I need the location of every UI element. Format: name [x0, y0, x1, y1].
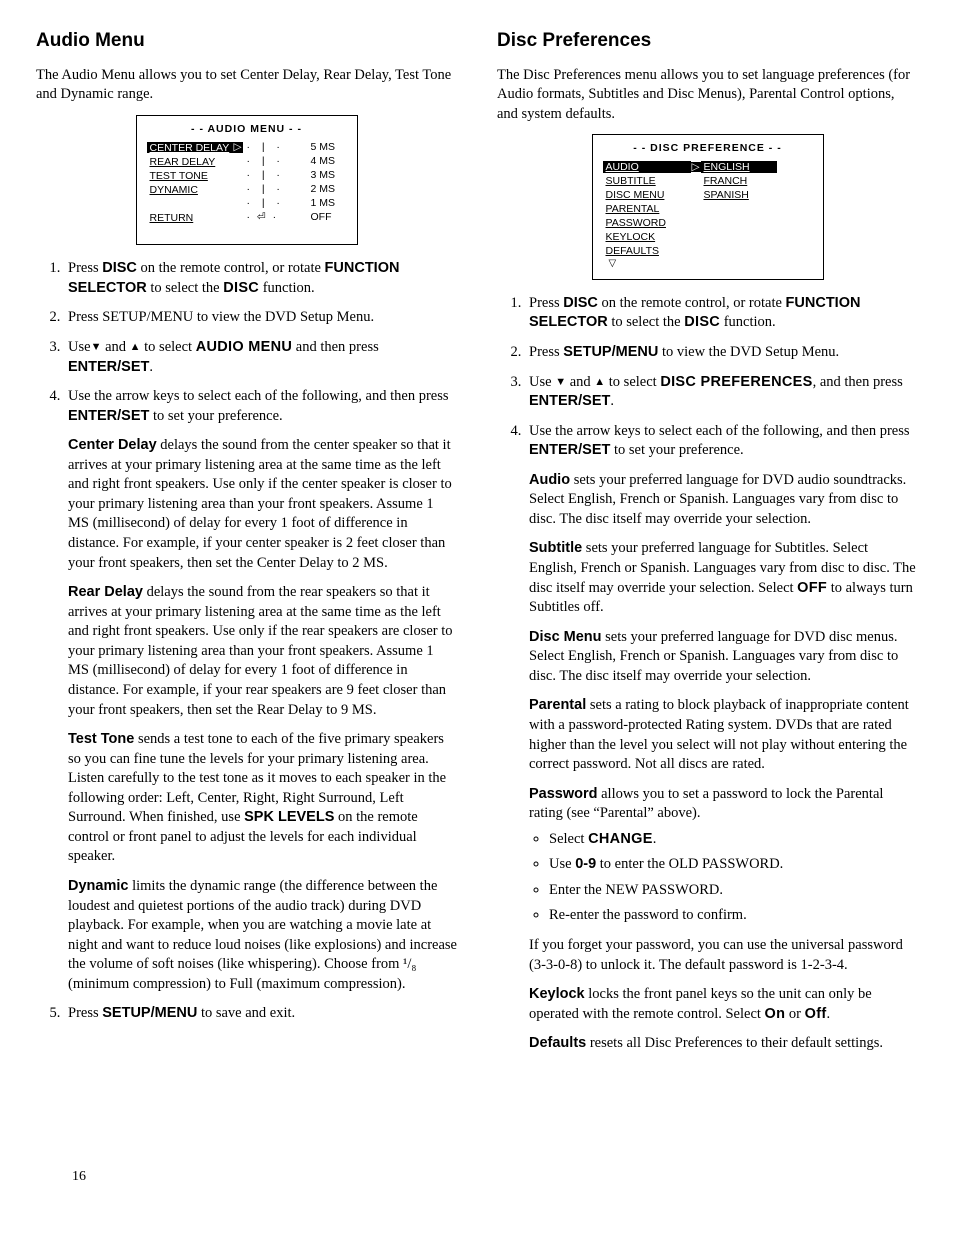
- dynamic-heading: Dynamic: [68, 878, 128, 894]
- osd-item: CENTER DELAY: [150, 142, 230, 154]
- page-number: 16: [72, 1168, 86, 1187]
- osd-value: ENGLISH: [704, 161, 750, 173]
- down-arrow-icon: ▽: [603, 259, 617, 269]
- digits-label: 0-9: [575, 856, 596, 872]
- spk-levels-label: SPK LEVELS: [244, 809, 334, 825]
- enter-set-label: ENTER/SET: [68, 359, 149, 375]
- body-text: delays the sound from the center speaker…: [68, 437, 452, 570]
- password-steps: Select CHANGE. Use 0-9 to enter the OLD …: [529, 830, 918, 926]
- osd-value: FRANCH: [704, 175, 748, 187]
- osd-item: AUDIO: [606, 161, 639, 173]
- osd-item: RETURN: [150, 212, 194, 224]
- osd-value: 3 MS: [311, 170, 347, 181]
- defaults-heading: Defaults: [529, 1035, 586, 1051]
- osd-item: REAR DELAY: [150, 156, 216, 168]
- off-label: OFF: [797, 580, 827, 596]
- disc-osd-figure: - - DISC PREFERENCE - - AUDIO ▷ ENGLISH …: [497, 134, 918, 280]
- osd-item: TEST TONE: [150, 170, 208, 182]
- osd-value: SPANISH: [704, 189, 749, 201]
- step: Use ▼ and ▲ to select DISC PREFERENCES, …: [525, 373, 918, 412]
- disc-pref-heading: Disc Preferences: [497, 28, 918, 54]
- body-text: sets a rating to block playback of inapp…: [529, 697, 909, 772]
- up-arrow-icon: ▲: [594, 375, 605, 390]
- disc-label: DISC: [102, 260, 137, 276]
- disc-osd-title: - - DISC PREFERENCE - -: [603, 143, 813, 154]
- body-text: sets your preferred language for DVD aud…: [529, 472, 906, 527]
- center-delay-heading: Center Delay: [68, 437, 157, 453]
- parental-heading: Parental: [529, 697, 586, 713]
- osd-item: PASSWORD: [606, 217, 666, 229]
- step: Press SETUP/MENU to save and exit.: [64, 1004, 457, 1024]
- off-label: Off: [805, 1006, 827, 1022]
- step: Press SETUP/MENU to view the DVD Setup M…: [64, 308, 457, 328]
- subtitle-heading: Subtitle: [529, 540, 582, 556]
- osd-item: SUBTITLE: [606, 175, 656, 187]
- osd-value: 1 MS: [311, 198, 347, 209]
- body-text: resets all Disc Preferences to their def…: [586, 1035, 883, 1051]
- enter-set-label: ENTER/SET: [68, 408, 149, 424]
- osd-item: DEFAULTS: [606, 245, 659, 257]
- disc-fn-label: DISC: [223, 280, 259, 296]
- disc-intro: The Disc Preferences menu allows you to …: [497, 66, 918, 125]
- osd-value: OFF: [311, 212, 347, 223]
- audio-osd-title: - - AUDIO MENU - -: [147, 124, 347, 135]
- enter-set-label: ENTER/SET: [529, 393, 610, 409]
- password-heading: Password: [529, 786, 598, 802]
- audio-menu-heading: Audio Menu: [36, 28, 457, 54]
- change-label: CHANGE: [588, 831, 653, 847]
- test-tone-heading: Test Tone: [68, 731, 134, 747]
- audio-osd-figure: - - AUDIO MENU - - CENTER DELAY ▷ · | · …: [36, 115, 457, 246]
- caret-right-icon: ▷: [233, 142, 243, 153]
- osd-item: DYNAMIC: [150, 184, 198, 196]
- step: Use the arrow keys to select each of the…: [64, 387, 457, 994]
- osd-item: DISC MENU: [606, 189, 665, 201]
- right-column: Disc Preferences The Disc Preferences me…: [497, 28, 918, 1064]
- password-note: If you forget your password, you can use…: [529, 936, 918, 975]
- rear-delay-heading: Rear Delay: [68, 584, 143, 600]
- up-arrow-icon: ▲: [130, 340, 141, 355]
- disc-label: DISC: [563, 295, 598, 311]
- list-item: Select CHANGE.: [549, 830, 918, 850]
- list-item: Re-enter the password to confirm.: [549, 906, 918, 926]
- audio-intro: The Audio Menu allows you to set Center …: [36, 66, 457, 105]
- step: Press DISC on the remote control, or rot…: [525, 294, 918, 333]
- list-item: Use 0-9 to enter the OLD PASSWORD.: [549, 855, 918, 875]
- body-text: delays the sound from the rear speakers …: [68, 584, 453, 717]
- step: Press SETUP/MENU to view the DVD Setup M…: [525, 343, 918, 363]
- osd-value: 2 MS: [311, 184, 347, 195]
- step: Use the arrow keys to select each of the…: [525, 422, 918, 1054]
- step: Use▼ and ▲ to select AUDIO MENU and then…: [64, 338, 457, 377]
- disc-menu-heading: Disc Menu: [529, 629, 602, 645]
- audio-steps: Press DISC on the remote control, or rot…: [36, 259, 457, 1024]
- disc-steps: Press DISC on the remote control, or rot…: [497, 294, 918, 1054]
- left-column: Audio Menu The Audio Menu allows you to …: [36, 28, 457, 1064]
- on-label: On: [765, 1006, 786, 1022]
- osd-value: 4 MS: [311, 156, 347, 167]
- setup-menu-label: SETUP/MENU: [102, 1005, 197, 1021]
- down-arrow-icon: ▼: [555, 375, 566, 390]
- caret-right-icon: ▷: [691, 162, 701, 173]
- osd-item: KEYLOCK: [606, 231, 656, 243]
- disc-pref-label: DISC PREFERENCES: [660, 374, 812, 390]
- list-item: Enter the NEW PASSWORD.: [549, 881, 918, 901]
- audio-heading: Audio: [529, 472, 570, 488]
- disc-fn-label: DISC: [684, 314, 720, 330]
- down-arrow-icon: ▼: [91, 340, 102, 355]
- osd-value: 5 MS: [311, 142, 347, 153]
- enter-set-label: ENTER/SET: [529, 442, 610, 458]
- audio-menu-label: AUDIO MENU: [196, 339, 292, 355]
- osd-item: PARENTAL: [606, 203, 660, 215]
- step: Press DISC on the remote control, or rot…: [64, 259, 457, 298]
- setup-menu-label: SETUP/MENU: [563, 344, 658, 360]
- keylock-heading: Keylock: [529, 986, 585, 1002]
- body-text: limits the dynamic range (the difference…: [68, 878, 457, 992]
